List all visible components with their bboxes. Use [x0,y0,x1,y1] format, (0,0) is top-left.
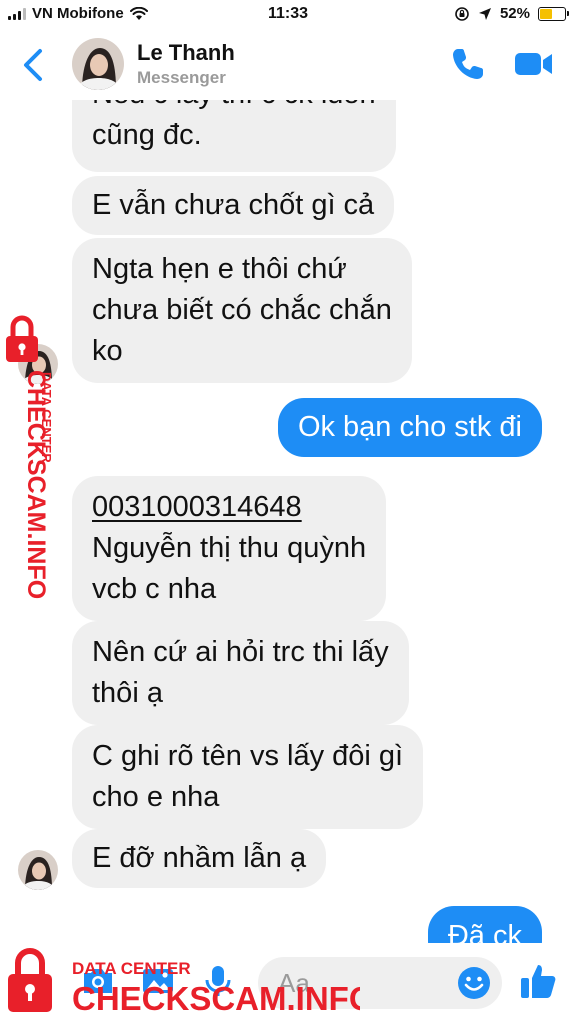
watermark-bottom-tagline: DATA CENTER [72,959,191,978]
sender-avatar[interactable] [18,850,58,890]
message-line: cũng đc. [92,119,202,151]
message-line: ko [92,335,123,367]
message-bubble-incoming[interactable]: 0031000314648 Nguyễn thị thu quỳnh vcb c… [72,476,387,621]
account-number-link[interactable]: 0031000314648 [92,487,366,528]
message-line: E đỡ nhầm lẫn ạ [92,842,307,874]
watermark-bottom: DATA CENTER CHECKSCAM.INFO [8,948,360,1017]
message-line: Nếu c lấy thì c ck luôn [92,100,376,115]
status-right: 52% [454,5,569,22]
message-bubble-incoming[interactable]: E vẫn chưa chốt gì cả [72,176,395,235]
message-line: E vẫn chưa chốt gì cả [92,189,375,221]
phone-icon[interactable] [450,46,486,82]
contact-avatar[interactable] [72,38,124,90]
contact-name: Le Thanh [137,40,235,65]
message-bubble-incoming[interactable]: C ghi rõ tên vs lấy đôi gì cho e nha [72,725,424,829]
battery-icon [538,6,569,21]
message-line: Ok bạn cho stk đi [297,411,522,443]
video-camera-icon[interactable] [514,50,554,78]
message-line: cho e nha [92,781,220,813]
back-chevron-icon[interactable] [20,48,50,82]
message-line: Nên cứ ai hỏi trc thi lấy [92,636,389,668]
message-line: thôi ạ [92,677,163,709]
message-line: Ngta hẹn e thôi chứ [92,253,347,285]
battery-fill [540,8,552,19]
chat-header: Le Thanh Messenger [0,30,576,100]
rotation-lock-icon [455,6,469,21]
thumbs-up-icon[interactable] [518,961,558,1001]
message-line: chưa biết có chắc chắn [92,294,392,326]
watermark-side-tagline: DATA CENTER [39,372,54,463]
padlock-icon [6,315,38,362]
message-bubble-incoming[interactable]: Nếu c lấy thì c ck luôn cũng đc. [72,100,396,172]
status-bar: VN Mobifone 11:33 52% [0,0,576,30]
watermark-side: CHECKSCAM.INFO DATA CENTER [6,315,54,599]
message-bubble-outgoing[interactable]: Đã ck [427,906,542,943]
emoji-icon[interactable] [456,965,492,1001]
contact-subtitle: Messenger [137,68,226,87]
message-line: Đã ck [447,920,522,943]
message-line: vcb c nha [92,573,217,605]
message-bubble-incoming[interactable]: Ngta hẹn e thôi chứ chưa biết có chắc ch… [72,238,412,383]
location-icon [478,7,491,20]
message-line: Nguyễn thị thu quỳnh [92,532,367,564]
message-line: C ghi rõ tên vs lấy đôi gì [92,740,404,772]
battery-percent: 52% [499,5,530,22]
message-bubble-incoming[interactable]: E đỡ nhầm lẫn ạ [72,829,327,888]
padlock-icon [8,948,52,1012]
message-thread[interactable]: Nếu c lấy thì c ck luôn cũng đc. E vẫn c… [0,100,576,943]
message-bubble-outgoing[interactable]: Ok bạn cho stk đi [277,398,542,457]
message-bubble-incoming[interactable]: Nên cứ ai hỏi trc thi lấy thôi ạ [72,621,409,725]
watermark-bottom-brand: CHECKSCAM.INFO [72,980,360,1017]
